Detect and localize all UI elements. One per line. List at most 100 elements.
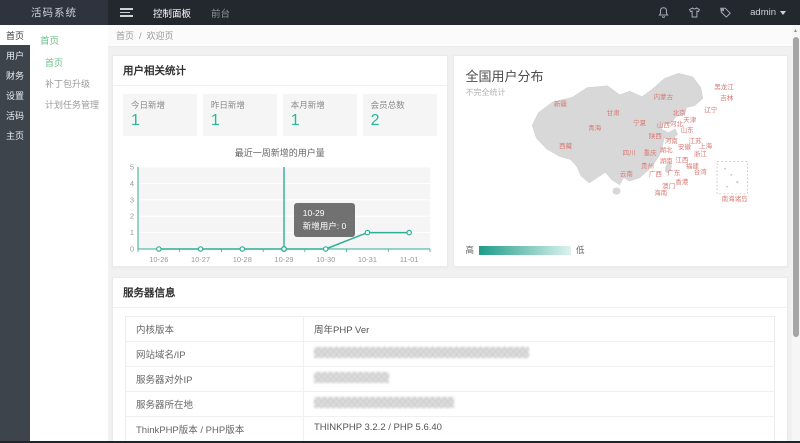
table-row: 网站域名/IP [126,342,774,367]
page-scrollbar[interactable]: ▲ [792,25,800,443]
sidebar-item-home[interactable]: 首页 [0,25,30,45]
svg-text:10-31: 10-31 [358,255,377,264]
province-label: 新疆 [554,102,567,109]
stat-cards: 今日新增 1 昨日新增 1 本月新增 1 会员总数 2 [113,86,447,140]
svg-text:5: 5 [130,163,134,172]
chevron-down-icon [780,11,786,15]
submenu-item-cron-manage[interactable]: 计划任务管理 [30,94,108,115]
submenu-item-patch-upgrade[interactable]: 补丁包升级 [30,73,108,94]
app-logo: 活码系统 [0,0,108,25]
table-row: 内核版本 周年PHP Ver [126,317,774,342]
sidebar-item-qrcode[interactable]: 活码 [0,105,30,125]
user-stats-panel: 用户相关统计 今日新增 1 昨日新增 1 本月新增 1 会员总数 2 [112,55,448,267]
sidebar-rail: 首页 用户 财务 设置 活码 主页 [0,25,30,443]
scrollbar-thumb[interactable] [793,37,799,337]
svg-text:10-26: 10-26 [149,255,168,264]
sidebar-item-mainpage[interactable]: 主页 [0,125,30,145]
breadcrumb-current: 欢迎页 [147,29,174,42]
province-label: 南海诸岛 [722,197,748,204]
topbar: 活码系统 控制面板 前台 admin [0,0,800,25]
province-label: 香港 [675,179,688,186]
server-info-label: 服务器所在地 [126,392,304,416]
sidebar-item-finance[interactable]: 财务 [0,65,30,85]
province-label: 西藏 [559,143,572,150]
scroll-up-arrow-icon[interactable]: ▲ [793,28,798,34]
trend-line-chart: 01234510-2610-2710-2810-2910-3010-3111-0… [120,161,440,265]
china-map-shape [516,66,780,210]
province-label: 山东 [681,128,694,135]
province-label: 天津 [683,117,696,124]
tag-icon[interactable] [719,6,732,19]
user-menu[interactable]: admin [750,7,786,18]
stat-card-total-members: 会员总数 2 [363,94,437,136]
chart-tooltip: 10-29 新增用户: 0 [294,203,355,237]
tshirt-theme-icon[interactable] [688,6,701,19]
china-map: 新疆甘肃青海西藏内蒙古黑龙江吉林辽宁北京天津河北山西宁夏陕西山东河南江苏安徽上海… [516,66,780,210]
province-label: 黑龙江 [714,84,734,91]
province-label: 甘肃 [607,110,620,117]
svg-text:2: 2 [130,212,134,221]
legend-high-label: 高 [466,244,475,256]
province-label: 海南 [654,191,667,198]
province-label: 湖北 [659,148,672,155]
province-label: 安徽 [678,145,691,152]
stat-card-today: 今日新增 1 [123,94,197,136]
tab-control-panel[interactable]: 控制面板 [153,6,191,20]
bell-icon[interactable] [657,6,670,19]
province-label: 广西 [649,172,662,179]
province-label: 重庆 [644,151,657,158]
svg-text:10-30: 10-30 [316,255,335,264]
legend-low-label: 低 [576,244,585,256]
server-info-label: 网站域名/IP [126,342,304,366]
map-panel: 全国用户分布 不完全统计 新疆甘肃青海西藏内蒙古黑龙江吉林辽宁北京天津河北山西宁… [453,55,789,267]
server-info-table: 内核版本 周年PHP Ver 网站域名/IP 服务器对外IP 服务器所在地 Th… [125,316,775,443]
username: admin [750,7,776,18]
server-info-label: ThinkPHP版本 / PHP版本 [126,417,304,441]
redacted-value [314,372,389,383]
province-label: 四川 [623,151,636,158]
province-label: 青海 [588,126,601,133]
svg-text:1: 1 [130,228,134,237]
province-label: 广东 [667,171,680,178]
submenu-item-home[interactable]: 首页 [30,52,108,73]
sidebar-item-users[interactable]: 用户 [0,45,30,65]
server-info-value [304,367,774,391]
table-row: ThinkPHP版本 / PHP版本 THINKPHP 3.2.2 / PHP … [126,417,774,442]
topbar-actions: admin [657,6,800,19]
province-label: 浙江 [694,152,707,159]
svg-text:3: 3 [130,195,134,204]
server-info-label: 内核版本 [126,317,304,341]
breadcrumb-home[interactable]: 首页 [116,29,134,42]
server-info-panel: 服务器信息 内核版本 周年PHP Ver 网站域名/IP 服务器对外IP 服务器… [112,277,788,443]
trend-chart: 01234510-2610-2710-2810-2910-3010-3111-0… [120,161,440,265]
main-content: 首页 / 欢迎页 用户相关统计 今日新增 1 昨日新增 1 本月新增 1 [108,25,792,443]
table-row: 服务器对外IP [126,367,774,392]
redacted-value [314,397,454,408]
svg-text:11-01: 11-01 [400,255,419,264]
province-label: 湖南 [659,159,672,166]
province-label: 云南 [620,172,633,179]
province-label: 内蒙古 [654,94,674,101]
province-label: 贵州 [641,164,654,171]
redacted-value [314,347,529,358]
svg-text:10-28: 10-28 [232,255,251,264]
server-info-label: 服务器对外IP [126,367,304,391]
stat-card-yesterday: 昨日新增 1 [203,94,277,136]
tab-frontend[interactable]: 前台 [211,6,230,20]
legend-gradient-bar [479,246,571,255]
province-label: 台湾 [694,169,707,176]
server-info-value [304,392,774,416]
menu-toggle-icon[interactable] [120,8,133,17]
tooltip-value: 新增用户: 0 [303,220,346,233]
province-label: 宁夏 [633,120,646,127]
breadcrumb-separator: / [139,31,142,41]
server-info-value [304,342,774,366]
province-label: 河南 [665,139,678,146]
tooltip-date: 10-29 [303,207,346,220]
map-legend: 高 低 [466,244,585,256]
province-label: 吉林 [720,96,733,103]
server-info-value: THINKPHP 3.2.2 / PHP 5.6.40 [304,417,774,441]
trend-chart-title: 最近一周新增的用户量 [113,146,447,159]
province-label: 陕西 [649,133,662,140]
sidebar-item-settings[interactable]: 设置 [0,85,30,105]
